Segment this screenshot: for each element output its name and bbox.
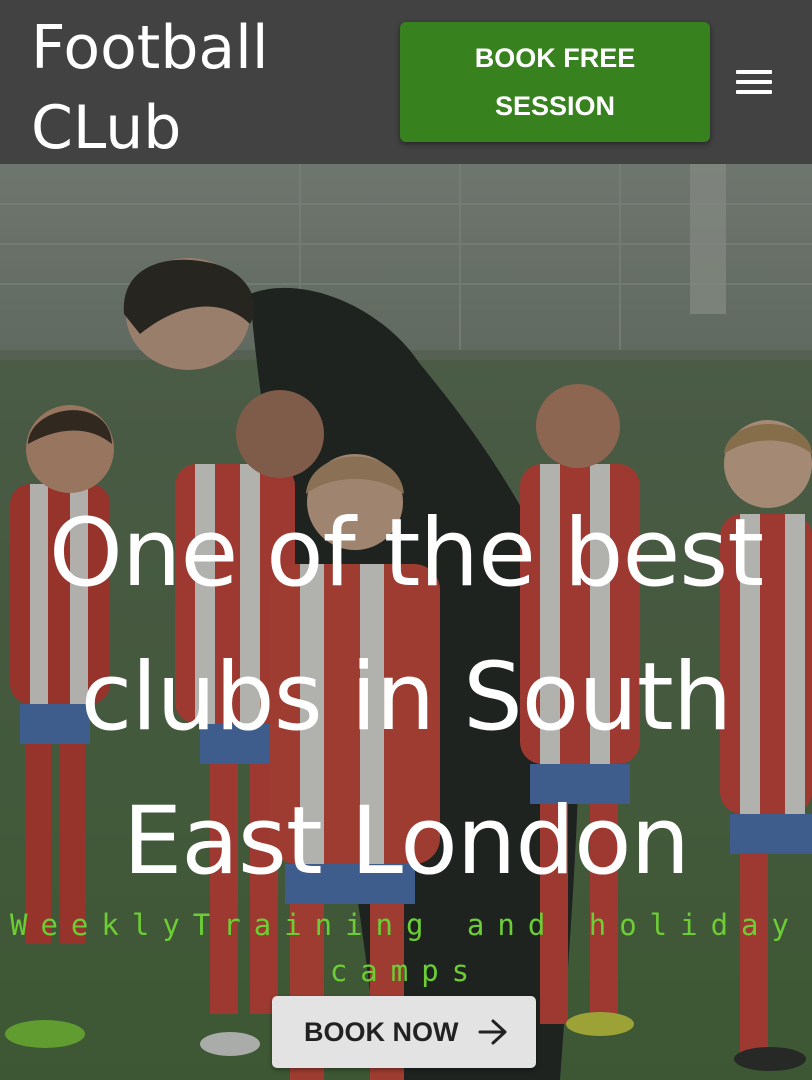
site-header: Football CLub BOOK FREE SESSION xyxy=(0,0,812,164)
book-now-label: BOOK NOW xyxy=(304,1017,459,1047)
book-free-label-line-2: SESSION xyxy=(494,91,616,121)
logo-line-2: CLub xyxy=(31,93,182,163)
arrow-right-icon xyxy=(478,1019,507,1045)
hero-section: One of the best clubs in South East Lond… xyxy=(0,164,812,1080)
tagline-line-2: camps xyxy=(329,954,483,988)
hamburger-bar xyxy=(736,70,772,74)
site-logo[interactable]: Football CLub xyxy=(31,8,351,168)
logo-line-1: Football xyxy=(31,13,269,83)
book-free-label-line-1: BOOK FREE xyxy=(474,43,636,73)
hero-headline: One of the best clubs in South East Lond… xyxy=(0,482,812,914)
headline-line-3: East London xyxy=(122,787,690,896)
hamburger-bar xyxy=(736,80,772,84)
headline-line-1: One of the best xyxy=(48,499,764,608)
hamburger-bar xyxy=(736,90,772,94)
page: Football CLub BOOK FREE SESSION One of t… xyxy=(0,0,812,1080)
book-free-session-button[interactable]: BOOK FREE SESSION xyxy=(400,22,710,142)
hamburger-menu-icon[interactable] xyxy=(734,68,774,98)
book-now-button[interactable]: BOOK NOW xyxy=(272,996,536,1068)
headline-line-2: clubs in South xyxy=(80,643,733,752)
hero-tagline: WeeklyTraining and holiday camps xyxy=(0,902,812,994)
tagline-line-1: WeeklyTraining and holiday xyxy=(10,908,802,942)
